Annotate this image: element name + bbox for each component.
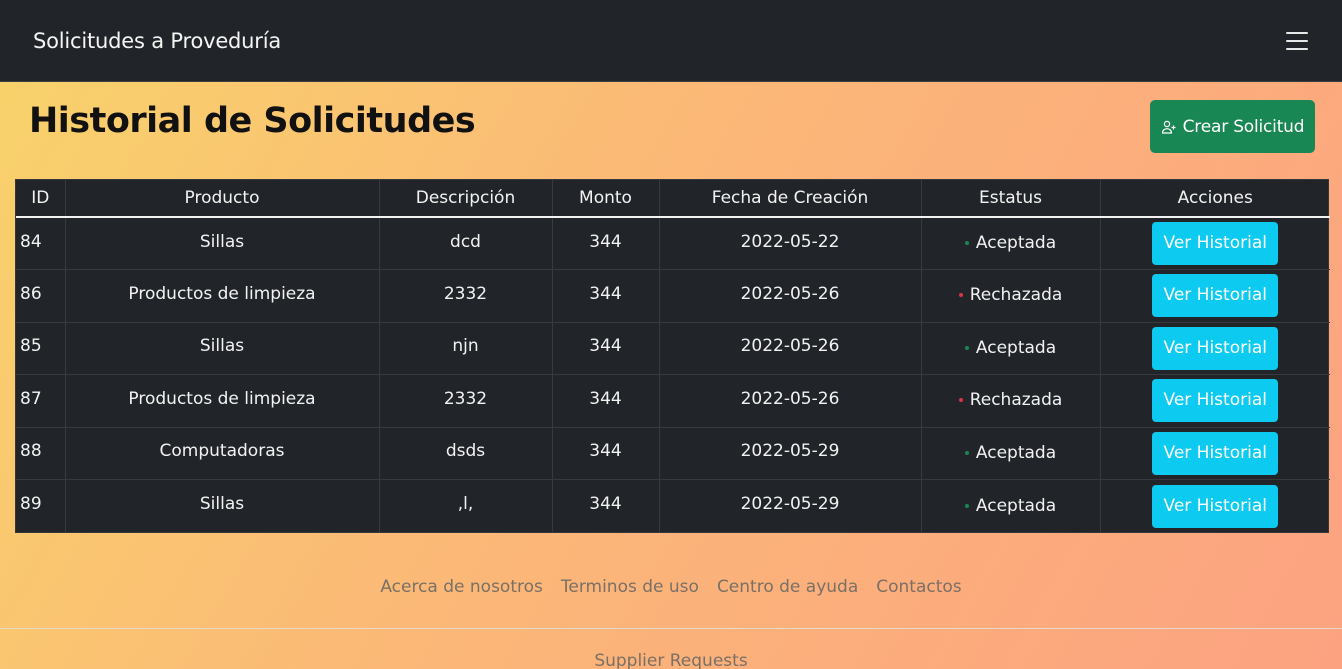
footer-link-help[interactable]: Centro de ayuda <box>717 577 858 597</box>
status-dot-icon <box>964 345 969 350</box>
status-dot-icon <box>964 241 969 245</box>
create-request-button[interactable]: Crear Solicitud <box>1150 100 1315 153</box>
status-badge: Aceptada <box>964 233 1057 253</box>
status-dot-icon <box>964 503 969 508</box>
cell-acciones: Ver Historial <box>1100 427 1330 480</box>
cell-descripcion: ,l, <box>379 477 553 530</box>
cell-descripcion: 2332 <box>379 372 553 426</box>
view-history-button[interactable]: Ver Historial <box>1152 274 1279 318</box>
cell-estatus: Rechazada <box>921 374 1101 428</box>
top-navbar: Solicitudes a Proveduría <box>0 0 1342 82</box>
column-header-acciones: Acciones <box>1100 180 1330 218</box>
status-label: Aceptada <box>975 495 1057 516</box>
cell-acciones: Ver Historial <box>1100 269 1330 323</box>
status-dot-icon <box>958 293 963 298</box>
footer-brand: Supplier Requests <box>594 651 748 669</box>
cell-id: 87 <box>16 372 66 426</box>
cell-fecha: 2022-05-26 <box>659 372 922 426</box>
requests-table: ID Producto Descripción Monto Fecha de C… <box>15 179 1330 533</box>
table-row: 87 Productos de limpieza 2332 344 2022-05-26… <box>16 372 1330 428</box>
table-row: 85 Sillas njn 344 2022-05-26 Aceptada Ver Hist… <box>16 320 1330 375</box>
cell-estatus: Aceptada <box>921 322 1101 375</box>
status-badge: Aceptada <box>964 337 1057 358</box>
table-row: 89 Sillas ,l, 344 2022-05-29 Aceptada Ver Hist… <box>16 477 1330 533</box>
cell-monto: 344 <box>552 320 660 373</box>
cell-estatus: Aceptada <box>921 427 1101 480</box>
cell-descripcion: njn <box>379 320 553 373</box>
cell-fecha: 2022-05-26 <box>659 267 922 321</box>
view-history-button[interactable]: Ver Historial <box>1152 326 1279 370</box>
status-label: Rechazada <box>969 390 1063 411</box>
table-row: 86 Productos de limpieza 2332 344 2022-05-26… <box>16 267 1330 323</box>
cell-producto: Productos de limpieza <box>65 372 380 426</box>
column-header-estatus[interactable]: Estatus <box>921 180 1101 218</box>
cell-fecha: 2022-05-26 <box>659 320 922 373</box>
cell-producto: Computadoras <box>65 425 380 478</box>
column-header-fecha[interactable]: Fecha de Creación <box>659 180 922 218</box>
cell-descripcion: dcd <box>379 215 553 268</box>
person-add-icon <box>1161 120 1176 134</box>
cell-acciones: Ver Historial <box>1100 322 1330 375</box>
status-dot-icon <box>958 398 963 403</box>
cell-monto: 344 <box>552 477 660 530</box>
hamburger-menu-icon[interactable] <box>1286 31 1308 50</box>
cell-id: 85 <box>16 320 66 373</box>
view-history-button[interactable]: Ver Historial <box>1152 431 1279 475</box>
status-badge: Rechazada <box>958 285 1063 306</box>
cell-producto: Sillas <box>65 215 380 268</box>
cell-descripcion: dsds <box>379 425 553 478</box>
page-title: Historial de Solicitudes <box>29 101 476 141</box>
cell-estatus: Rechazada <box>921 269 1101 323</box>
cell-descripcion: 2332 <box>379 267 553 321</box>
table-row: 84 Sillas dcd 344 2022-05-22 Aceptada Ver Hist… <box>16 215 1330 270</box>
cell-monto: 344 <box>552 372 660 426</box>
cell-acciones: Ver Historial <box>1100 217 1330 270</box>
footer-link-terms[interactable]: Terminos de uso <box>561 577 699 597</box>
cell-producto: Sillas <box>65 477 380 530</box>
status-badge: Aceptada <box>964 442 1057 463</box>
status-badge: Aceptada <box>964 495 1057 516</box>
cell-id: 86 <box>16 267 66 321</box>
cell-id: 84 <box>16 215 66 268</box>
cell-estatus: Aceptada <box>921 217 1101 270</box>
view-history-button[interactable]: Ver Historial <box>1152 222 1279 265</box>
status-dot-icon <box>964 450 969 455</box>
cell-acciones: Ver Historial <box>1100 374 1330 428</box>
cell-fecha: 2022-05-29 <box>659 425 922 478</box>
view-history-button[interactable]: Ver Historial <box>1152 484 1279 528</box>
table-row: 88 Computadoras dsds 344 2022-05-29 Aceptada V… <box>16 425 1330 480</box>
cell-producto: Productos de limpieza <box>65 267 380 321</box>
cell-fecha: 2022-05-22 <box>659 215 922 268</box>
footer-links: Acerca de nosotros Terminos de uso Centr… <box>0 577 1342 597</box>
status-label: Aceptada <box>975 233 1057 253</box>
column-header-producto[interactable]: Producto <box>65 180 380 218</box>
create-request-label: Crear Solicitud <box>1182 116 1305 137</box>
status-badge: Rechazada <box>958 390 1063 411</box>
view-history-button[interactable]: Ver Historial <box>1152 379 1279 423</box>
cell-fecha: 2022-05-29 <box>659 477 922 530</box>
column-header-id[interactable]: ID <box>16 180 66 218</box>
column-header-descripcion[interactable]: Descripción <box>379 180 553 218</box>
cell-id: 89 <box>16 477 66 530</box>
footer-link-contact[interactable]: Contactos <box>876 577 961 597</box>
footer-link-about[interactable]: Acerca de nosotros <box>380 577 543 597</box>
status-label: Aceptada <box>975 442 1057 463</box>
cell-producto: Sillas <box>65 320 380 373</box>
cell-monto: 344 <box>552 215 660 268</box>
navbar-brand[interactable]: Solicitudes a Proveduría <box>33 29 281 53</box>
column-header-monto[interactable]: Monto <box>552 180 660 218</box>
cell-monto: 344 <box>552 425 660 478</box>
cell-id: 88 <box>16 425 66 478</box>
cell-acciones: Ver Historial <box>1100 480 1330 533</box>
status-label: Rechazada <box>969 285 1063 306</box>
status-label: Aceptada <box>975 337 1057 358</box>
cell-monto: 344 <box>552 267 660 321</box>
cell-estatus: Aceptada <box>921 479 1101 532</box>
table-header-row: ID Producto Descripción Monto Fecha de C… <box>16 180 1330 218</box>
footer-divider <box>0 628 1342 629</box>
